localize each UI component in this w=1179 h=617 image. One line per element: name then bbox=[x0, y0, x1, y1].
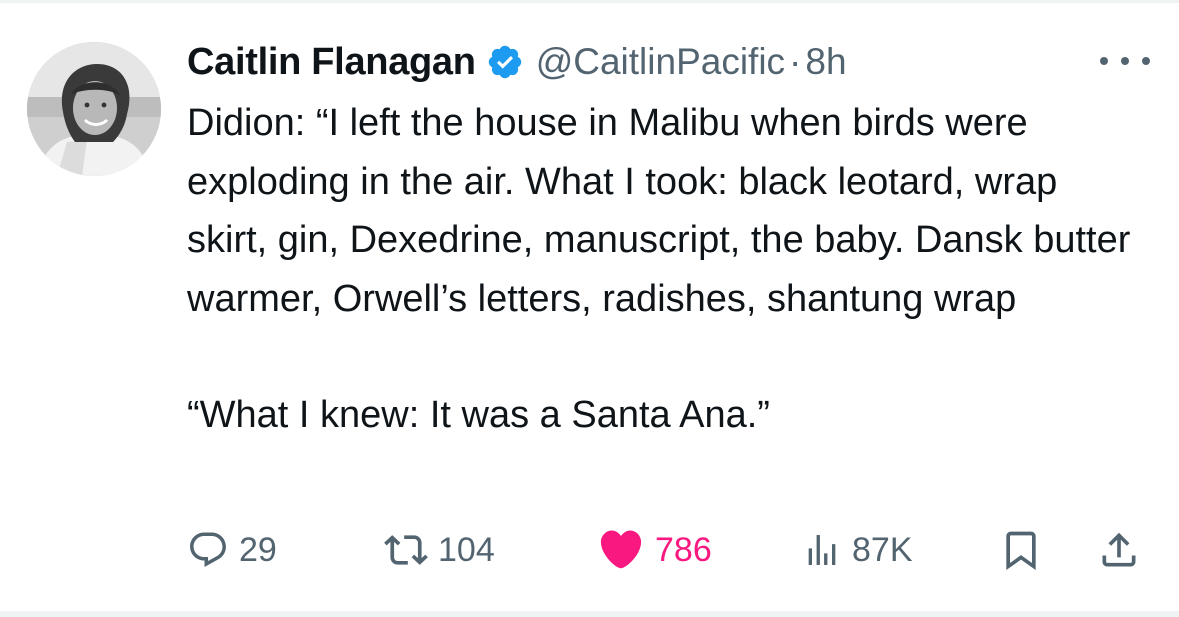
more-dot bbox=[1121, 57, 1129, 65]
tweet-paragraph: Didion: “I left the house in Malibu when… bbox=[187, 102, 1131, 320]
author-name[interactable]: Caitlin Flanagan bbox=[187, 41, 476, 84]
more-options-button[interactable] bbox=[1100, 46, 1150, 76]
reply-icon bbox=[190, 532, 226, 567]
author-handle[interactable]: @CaitlinPacific bbox=[536, 41, 785, 83]
action-bar: 29 104 786 87K bbox=[187, 522, 1147, 578]
avatar[interactable] bbox=[27, 42, 161, 176]
bookmark-button[interactable] bbox=[999, 522, 1043, 578]
repost-icon bbox=[384, 535, 428, 565]
time-separator: · bbox=[789, 41, 802, 82]
share-button[interactable] bbox=[1097, 522, 1141, 578]
tweet-text: Didion: “I left the house in Malibu when… bbox=[187, 94, 1147, 445]
reply-count: 29 bbox=[239, 530, 277, 569]
verified-badge-icon[interactable] bbox=[486, 43, 524, 81]
like-count: 786 bbox=[655, 530, 712, 569]
tweet-paragraph: “What I knew: It was a Santa Ana.” bbox=[187, 394, 770, 436]
repost-button[interactable]: 104 bbox=[384, 522, 495, 578]
tweet-timestamp[interactable]: 8h bbox=[805, 41, 846, 83]
bookmark-icon bbox=[1006, 531, 1036, 571]
tweet-header: Caitlin Flanagan @CaitlinPacific · 8h bbox=[187, 38, 847, 86]
profile-photo-icon bbox=[27, 42, 161, 176]
views-count: 87K bbox=[852, 530, 913, 569]
reply-button[interactable]: 29 bbox=[187, 522, 277, 578]
top-divider bbox=[0, 0, 1179, 3]
views-button[interactable]: 87K bbox=[802, 522, 913, 578]
more-horizontal-icon bbox=[1100, 57, 1108, 65]
bottom-divider bbox=[0, 611, 1179, 617]
share-upload-icon bbox=[1102, 532, 1136, 567]
views-chart-icon bbox=[808, 535, 836, 565]
heart-filled-icon bbox=[600, 530, 642, 569]
like-button[interactable]: 786 bbox=[597, 522, 712, 578]
repost-count: 104 bbox=[438, 530, 495, 569]
more-dot bbox=[1142, 57, 1150, 65]
